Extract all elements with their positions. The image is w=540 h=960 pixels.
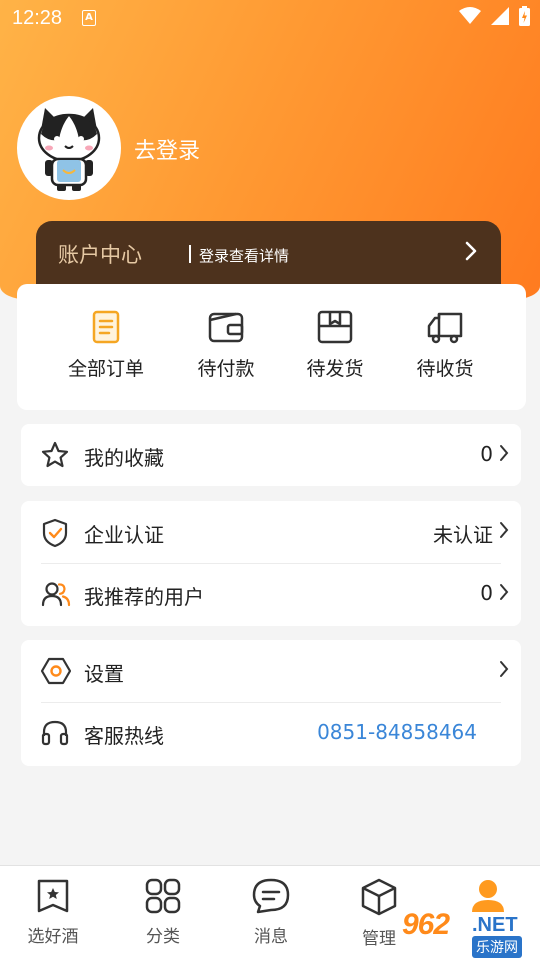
chevron-right-icon xyxy=(500,522,509,538)
service-card: 设置 客服热线 0851-84858464 xyxy=(21,640,521,766)
wallet-icon xyxy=(208,312,244,343)
order-unreceived-button[interactable]: 待收货 xyxy=(390,310,500,381)
chat-icon xyxy=(252,878,290,914)
settings-row[interactable]: 设置 xyxy=(21,640,521,702)
account-center-subtitle: 登录查看详情 xyxy=(199,247,290,265)
enterprise-status: 未认证 xyxy=(433,523,493,547)
order-all-label: 全部订单 xyxy=(67,358,144,380)
cat-avatar-icon xyxy=(19,98,119,198)
order-unshipped-button[interactable]: 待发货 xyxy=(280,310,390,381)
order-unpaid-label: 待付款 xyxy=(197,358,255,380)
order-unpaid-button[interactable]: 待付款 xyxy=(171,310,281,381)
chevron-right-icon xyxy=(465,241,477,261)
chevron-right-icon xyxy=(500,584,509,600)
order-unshipped-label: 待发货 xyxy=(306,358,364,380)
settings-label: 设置 xyxy=(84,662,124,686)
tab-choose-wine[interactable]: 选好酒 xyxy=(8,878,98,947)
tab-category-label: 分类 xyxy=(146,927,180,947)
orders-card: 全部订单 待付款 待发货 待收货 xyxy=(17,284,526,410)
enterprise-row[interactable]: 企业认证 未认证 xyxy=(21,501,521,563)
referrals-count: 0 xyxy=(480,581,493,605)
referrals-row[interactable]: 我推荐的用户 0 xyxy=(21,563,521,625)
wifi-icon xyxy=(459,7,481,24)
truck-icon xyxy=(427,312,463,344)
status-bar: 12:28 A xyxy=(0,0,540,38)
login-link[interactable]: 去登录 xyxy=(134,133,200,165)
referrals-label: 我推荐的用户 xyxy=(84,585,204,609)
box-icon xyxy=(317,310,353,344)
status-time: 12:28 xyxy=(12,7,63,29)
site-watermark: 962 .NET 乐游网 xyxy=(402,908,537,958)
watermark-number: 962 xyxy=(402,908,450,941)
status-icons xyxy=(459,6,530,26)
avatar[interactable] xyxy=(17,96,121,200)
battery-icon xyxy=(519,6,530,26)
favorites-card: 我的收藏 0 xyxy=(21,424,521,486)
enterprise-label: 企业认证 xyxy=(84,523,164,547)
users-icon xyxy=(41,582,71,607)
chevron-right-icon xyxy=(500,445,509,461)
settings-icon xyxy=(41,657,71,685)
account-info-card: 企业认证 未认证 我推荐的用户 0 xyxy=(21,501,521,626)
grid-icon xyxy=(145,878,181,914)
tab-choose-wine-label: 选好酒 xyxy=(27,927,79,947)
star-icon xyxy=(41,441,69,468)
tab-category[interactable]: 分类 xyxy=(118,878,208,947)
watermark-net: .NET xyxy=(472,914,518,936)
hotline-number[interactable]: 0851-84858464 xyxy=(317,720,477,744)
tab-messages[interactable]: 消息 xyxy=(226,878,316,947)
account-center-title: 账户中心 xyxy=(58,243,142,267)
watermark-site: 乐游网 xyxy=(472,936,522,958)
order-unreceived-label: 待收货 xyxy=(416,358,474,380)
favorites-label: 我的收藏 xyxy=(84,446,164,470)
notification-a-icon: A xyxy=(82,10,96,26)
hotline-label: 客服热线 xyxy=(84,724,164,748)
wine-badge-icon xyxy=(37,879,69,913)
hotline-row[interactable]: 客服热线 0851-84858464 xyxy=(21,702,521,764)
account-center-bar[interactable]: 账户中心 登录查看详情 xyxy=(36,221,501,287)
favorites-row[interactable]: 我的收藏 0 xyxy=(21,424,521,486)
shield-check-icon xyxy=(42,518,68,548)
chevron-right-icon xyxy=(500,661,509,677)
account-separator xyxy=(189,245,191,263)
headset-icon xyxy=(41,720,69,746)
document-icon xyxy=(92,310,120,344)
favorites-count: 0 xyxy=(480,442,493,466)
signal-icon xyxy=(491,7,509,25)
tab-messages-label: 消息 xyxy=(254,927,288,947)
order-all-button[interactable]: 全部订单 xyxy=(51,310,161,381)
cube-icon xyxy=(361,878,397,916)
